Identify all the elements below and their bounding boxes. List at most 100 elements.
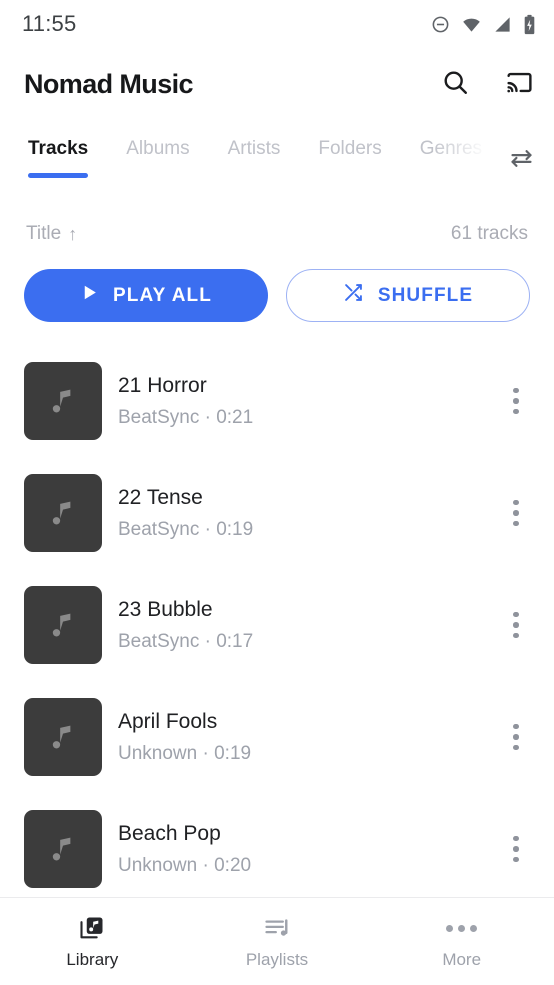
tab-albums[interactable]: Albums xyxy=(126,132,189,160)
playlist-icon xyxy=(263,913,291,943)
nav-item-library[interactable]: Library xyxy=(0,898,185,985)
dot xyxy=(513,723,519,730)
bottom-navigation: Library Playlists More xyxy=(0,897,554,985)
track-overflow-button[interactable] xyxy=(494,597,538,653)
dot xyxy=(513,398,519,404)
track-count-label: 61 tracks xyxy=(450,223,528,244)
dot xyxy=(513,835,519,842)
status-icons xyxy=(431,14,536,35)
tab-artists[interactable]: Artists xyxy=(228,132,281,160)
track-title: 23 Bubble xyxy=(118,597,213,621)
action-buttons: PLAY ALL SHUFFLE xyxy=(24,269,530,322)
track-title: Beach Pop xyxy=(118,821,221,845)
track-info: April Fools Unknown · 0:19 xyxy=(102,709,494,765)
tab-bar: Tracks Albums Artists Folders Genres xyxy=(0,132,554,190)
table-row[interactable]: 21 Horror BeatSync · 0:21 xyxy=(0,345,554,457)
play-icon xyxy=(80,283,99,308)
table-row[interactable]: 23 Bubble BeatSync · 0:17 xyxy=(0,569,554,681)
track-overflow-button[interactable] xyxy=(494,709,538,765)
dot xyxy=(513,856,519,863)
tab-list[interactable]: Tracks Albums Artists Folders Genres xyxy=(0,132,554,190)
sort-direction-icon: ↑ xyxy=(68,224,78,244)
track-list[interactable]: 21 Horror BeatSync · 0:21 22 Tense BeatS… xyxy=(0,345,554,897)
dot xyxy=(513,632,519,639)
nav-item-more[interactable]: More xyxy=(369,898,554,985)
tab-tracks[interactable]: Tracks xyxy=(28,132,89,178)
dot xyxy=(513,744,519,751)
status-bar: 11:55 xyxy=(0,0,554,48)
track-title: 21 Horror xyxy=(118,373,207,397)
nav-label: More xyxy=(442,950,482,969)
track-subtitle: BeatSync · 0:19 xyxy=(118,519,254,541)
dot xyxy=(458,924,466,932)
table-row[interactable]: 22 Tense BeatSync · 0:19 xyxy=(0,457,554,569)
app-bar-actions xyxy=(438,67,536,101)
track-subtitle: Unknown · 0:20 xyxy=(118,855,252,877)
wifi-icon xyxy=(461,15,482,34)
battery-charging-icon xyxy=(523,14,536,35)
track-overflow-button[interactable] xyxy=(494,821,538,877)
album-art xyxy=(24,810,102,888)
play-all-button[interactable]: PLAY ALL xyxy=(24,269,268,322)
track-info: 23 Bubble BeatSync · 0:17 xyxy=(102,597,494,653)
app-bar: Nomad Music xyxy=(0,48,554,120)
dot xyxy=(513,520,519,527)
cast-button[interactable] xyxy=(502,67,536,101)
tab-label: Genres xyxy=(419,138,483,159)
sort-label: Title xyxy=(26,223,62,244)
dot xyxy=(446,924,454,932)
tab-label: Artists xyxy=(227,138,281,159)
app-screen: 11:55 Nomad Music Tracks Albums Artists … xyxy=(0,0,554,985)
table-row[interactable]: Beach Pop Unknown · 0:20 xyxy=(0,793,554,897)
dot xyxy=(513,622,519,628)
page-title: Nomad Music xyxy=(24,68,194,99)
tab-label: Tracks xyxy=(28,138,89,159)
library-music-icon xyxy=(78,913,106,943)
tab-genres[interactable]: Genres xyxy=(420,132,482,160)
track-info: 22 Tense BeatSync · 0:19 xyxy=(102,485,494,541)
tab-folders[interactable]: Folders xyxy=(318,132,381,160)
do-not-disturb-icon xyxy=(431,15,450,34)
nav-label: Library xyxy=(66,950,119,969)
track-title: 22 Tense xyxy=(118,485,203,509)
shuffle-label: SHUFFLE xyxy=(377,284,474,306)
sort-button[interactable]: Title ↑ xyxy=(26,223,77,245)
table-row[interactable]: April Fools Unknown · 0:19 xyxy=(0,681,554,793)
dot xyxy=(513,734,519,740)
search-button[interactable] xyxy=(438,67,472,101)
track-subtitle: BeatSync · 0:17 xyxy=(118,631,254,653)
dot xyxy=(470,924,478,932)
album-art xyxy=(24,362,102,440)
album-art xyxy=(24,698,102,776)
swap-tabs-button[interactable] xyxy=(502,142,540,180)
search-icon xyxy=(441,68,470,100)
more-horizontal-icon xyxy=(446,913,478,943)
track-subtitle: BeatSync · 0:21 xyxy=(118,407,254,429)
sort-row: Title ↑ 61 tracks xyxy=(0,212,554,256)
shuffle-icon xyxy=(343,282,364,309)
shuffle-button[interactable]: SHUFFLE xyxy=(285,269,530,322)
dot xyxy=(513,408,519,415)
play-all-label: PLAY ALL xyxy=(113,284,212,306)
status-time: 11:55 xyxy=(22,11,77,36)
track-title: April Fools xyxy=(118,709,218,733)
nav-item-playlists[interactable]: Playlists xyxy=(185,898,370,985)
tab-label: Albums xyxy=(126,138,190,159)
track-overflow-button[interactable] xyxy=(494,485,538,541)
album-art xyxy=(24,474,102,552)
track-info: Beach Pop Unknown · 0:20 xyxy=(102,821,494,877)
nav-label: Playlists xyxy=(245,950,309,969)
dot xyxy=(513,387,519,394)
swap-horizontal-icon xyxy=(508,145,535,177)
cast-icon xyxy=(505,68,534,100)
cell-signal-icon xyxy=(493,15,512,34)
track-overflow-button[interactable] xyxy=(494,373,538,429)
dot xyxy=(513,846,519,852)
track-info: 21 Horror BeatSync · 0:21 xyxy=(102,373,494,429)
track-subtitle: Unknown · 0:19 xyxy=(118,743,252,765)
dot xyxy=(513,611,519,618)
dot xyxy=(513,510,519,516)
album-art xyxy=(24,586,102,664)
tab-label: Folders xyxy=(318,138,382,159)
dot xyxy=(513,499,519,506)
